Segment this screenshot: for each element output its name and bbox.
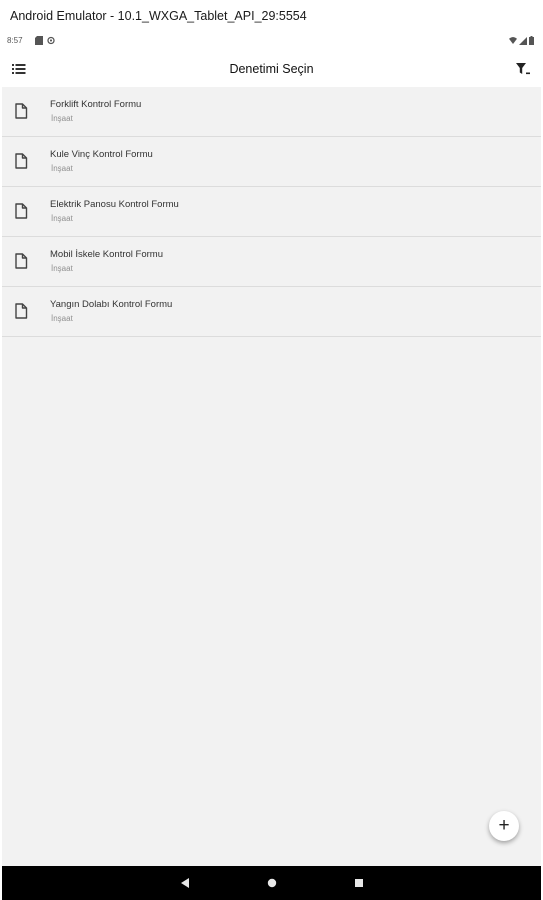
- wifi-icon: [509, 36, 517, 45]
- form-title: Mobil İskele Kontrol Formu: [50, 249, 163, 260]
- signal-icon: [519, 37, 527, 45]
- form-list-item[interactable]: Yangın Dolabı Kontrol Formu İnşaat: [2, 287, 541, 337]
- form-list-item[interactable]: Elektrik Panosu Kontrol Formu İnşaat: [2, 187, 541, 237]
- home-icon[interactable]: [265, 876, 279, 890]
- document-icon: [15, 153, 28, 169]
- sd-card-icon: [35, 36, 43, 45]
- add-form-button[interactable]: +: [489, 811, 519, 841]
- system-nav-bar: [2, 866, 541, 900]
- form-title: Yangın Dolabı Kontrol Formu: [50, 299, 173, 310]
- status-bar: 8:57: [2, 31, 541, 51]
- status-time: 8:57: [7, 36, 23, 45]
- back-icon[interactable]: [178, 876, 192, 890]
- sync-icon: [47, 36, 55, 45]
- battery-icon: [529, 36, 534, 45]
- form-category: İnşaat: [51, 314, 73, 323]
- form-category: İnşaat: [51, 164, 73, 173]
- document-icon: [15, 253, 28, 269]
- form-category: İnşaat: [51, 264, 73, 273]
- form-category: İnşaat: [51, 114, 73, 123]
- form-list-item[interactable]: Kule Vinç Kontrol Formu İnşaat: [2, 137, 541, 187]
- page-title: Denetimi Seçin: [229, 62, 314, 76]
- recents-icon[interactable]: [352, 876, 366, 890]
- filter-icon[interactable]: [515, 61, 531, 77]
- window-title: Android Emulator - 10.1_WXGA_Tablet_API_…: [0, 0, 543, 31]
- document-icon: [15, 103, 28, 119]
- form-title: Kule Vinç Kontrol Formu: [50, 149, 153, 160]
- form-category: İnşaat: [51, 214, 73, 223]
- document-icon: [15, 203, 28, 219]
- form-list-item[interactable]: Mobil İskele Kontrol Formu İnşaat: [2, 237, 541, 287]
- app-bar: Denetimi Seçin: [2, 51, 541, 87]
- emulator-screen: 8:57 Denetimi Seçin Forklift Kontrol For…: [2, 31, 541, 900]
- form-list: Forklift Kontrol Formu İnşaat Kule Vinç …: [2, 87, 541, 337]
- form-title: Forklift Kontrol Formu: [50, 99, 142, 110]
- form-list-item[interactable]: Forklift Kontrol Formu İnşaat: [2, 87, 541, 137]
- document-icon: [15, 303, 28, 319]
- form-title: Elektrik Panosu Kontrol Formu: [50, 199, 179, 210]
